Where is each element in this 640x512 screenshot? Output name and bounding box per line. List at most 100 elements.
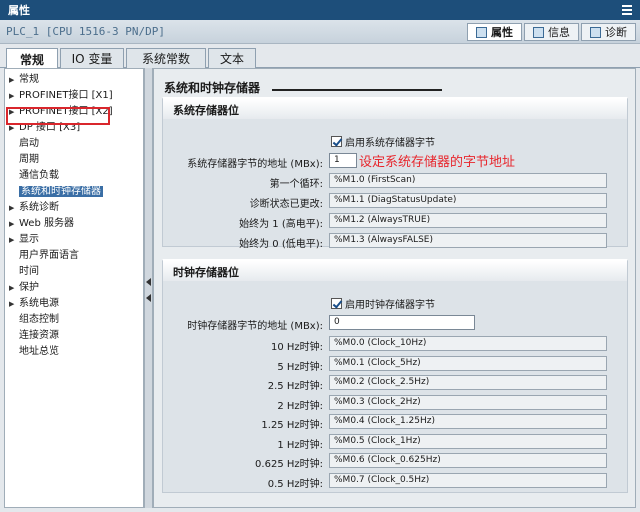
tab-diagnostics-label: 诊断 (605, 26, 627, 39)
collapse-left-icon-2[interactable] (146, 294, 151, 302)
nav-item[interactable]: ▶ 显示 (9, 233, 39, 247)
tab-diagnostics[interactable]: 诊断 (581, 23, 636, 41)
field-label: 1 Hz时钟: (277, 439, 323, 451)
enable-system-memory[interactable]: 启用系统存储器字节 (331, 134, 435, 149)
clock-memory-group: 时钟存储器位 启用时钟存储器字节 时钟存储器字节的地址 (MBx): 0 10 … (162, 259, 628, 493)
window-title: 属性 (8, 4, 30, 17)
expand-arrow-icon[interactable]: ▶ (9, 217, 19, 231)
readonly-address-field: %M0.1 (Clock_5Hz) (329, 355, 607, 371)
nav-item-label: 连接资源 (19, 330, 59, 341)
nav-item[interactable]: ▶ PROFINET接口 [X1] (9, 89, 113, 103)
device-name: PLC_1 [CPU 1516-3 PN/DP] (6, 25, 165, 38)
field-label: 0.625 Hz时钟: (255, 459, 323, 470)
properties-panel: 系统和时钟存储器 系统存储器位 启用系统存储器字节 系统存储器字节的地址 (MB… (153, 68, 636, 508)
nav-item[interactable]: ▶ 系统诊断 (9, 201, 59, 215)
expand-arrow-icon[interactable]: ▶ (9, 201, 19, 215)
field-label: 诊断状态已更改: (249, 199, 323, 210)
readonly-address-field: %M0.6 (Clock_0.625Hz) (329, 453, 607, 468)
device-header: PLC_1 [CPU 1516-3 PN/DP] 属性 信息 诊断 (0, 20, 640, 44)
tab-io-tags[interactable]: IO 变量 (60, 48, 124, 68)
readonly-address-field: %M0.2 (Clock_2.5Hz) (329, 375, 607, 390)
nav-item-label: 时间 (19, 266, 39, 277)
nav-item-label: 地址总览 (19, 346, 59, 357)
nav-item[interactable]: ▶ 保护 (9, 281, 39, 295)
readonly-address-field: %M0.5 (Clock_1Hz) (329, 433, 607, 449)
field-label: 2.5 Hz时钟: (267, 381, 323, 392)
nav-item-label: 系统诊断 (19, 202, 59, 213)
nav-item[interactable]: 通信负载 (19, 169, 59, 183)
field-label: 始终为 1 (高电平): (239, 219, 323, 230)
field-label: 2 Hz时钟: (277, 400, 323, 412)
nav-item-label: 常规 (19, 74, 39, 85)
info-icon (533, 26, 544, 38)
nav-item[interactable]: 系统和时钟存储器 (19, 185, 103, 199)
properties-icon (476, 26, 487, 38)
inspector-tabs: 属性 信息 诊断 (467, 23, 636, 41)
readonly-address-field: %M0.3 (Clock_2Hz) (329, 394, 607, 410)
field-label: 始终为 0 (低电平): (239, 239, 323, 250)
expand-arrow-icon[interactable]: ▶ (9, 233, 19, 247)
section-divider (272, 89, 442, 91)
system-memory-address-input[interactable]: 1 (329, 153, 357, 168)
tab-info[interactable]: 信息 (524, 23, 579, 41)
enable-clock-memory-label: 启用时钟存储器字节 (345, 300, 435, 311)
nav-item[interactable]: 启动 (19, 137, 39, 151)
readonly-address-field: %M0.0 (Clock_10Hz) (329, 336, 607, 351)
clock-memory-address-input[interactable]: 0 (329, 315, 475, 330)
nav-item[interactable]: ▶ Web 服务器 (9, 217, 74, 231)
tab-info-label: 信息 (548, 26, 570, 39)
system-memory-header: 系统存储器位 (163, 99, 627, 119)
readonly-address-field: %M1.0 (FirstScan) (329, 173, 607, 188)
nav-item[interactable]: 周期 (19, 153, 39, 167)
nav-item[interactable]: 时间 (19, 265, 39, 279)
property-tabs: 常规 IO 变量 系统常数 文本 (0, 44, 640, 69)
enable-clock-memory-checkbox[interactable] (331, 298, 342, 309)
nav-item[interactable]: 地址总览 (19, 345, 59, 359)
readonly-address-field: %M0.7 (Clock_0.5Hz) (329, 472, 607, 488)
collapse-left-icon[interactable] (146, 278, 151, 286)
clock-memory-header: 时钟存储器位 (163, 261, 627, 281)
nav-item-label: 系统和时钟存储器 (19, 186, 103, 197)
tab-system-constants[interactable]: 系统常数 (126, 48, 206, 68)
tab-texts[interactable]: 文本 (208, 48, 256, 68)
nav-item-label: 启动 (19, 138, 39, 149)
nav-item-label: Web 服务器 (19, 218, 74, 229)
tab-properties[interactable]: 属性 (467, 23, 522, 41)
readonly-address-field: %M1.2 (AlwaysTRUE) (329, 213, 607, 228)
nav-item[interactable]: 组态控制 (19, 313, 59, 327)
expand-arrow-icon[interactable]: ▶ (9, 281, 19, 295)
tab-properties-label: 属性 (491, 26, 513, 39)
nav-item[interactable]: 连接资源 (19, 329, 59, 343)
system-memory-address-label: 系统存储器字节的地址 (MBx): (187, 159, 323, 170)
field-label: 1.25 Hz时钟: (261, 420, 323, 431)
section-title: 系统和时钟存储器 (164, 81, 261, 95)
menu-icon[interactable] (622, 5, 632, 15)
annotation-text: 设定系统存储器的字节地址 (359, 155, 516, 170)
enable-system-memory-checkbox[interactable] (331, 136, 342, 147)
diagnostics-icon (590, 26, 601, 38)
window-titlebar: 属性 (0, 0, 640, 20)
nav-item[interactable]: 用户界面语言 (19, 249, 79, 263)
nav-item-label: 周期 (19, 154, 39, 165)
expand-arrow-icon[interactable]: ▶ (9, 297, 19, 311)
field-label: 0.5 Hz时钟: (267, 478, 323, 490)
nav-item-label: 通信负载 (19, 170, 59, 181)
enable-system-memory-label: 启用系统存储器字节 (345, 138, 435, 149)
expand-arrow-icon[interactable]: ▶ (9, 89, 19, 103)
readonly-address-field: %M1.3 (AlwaysFALSE) (329, 233, 607, 248)
nav-item-label: 保护 (19, 282, 39, 293)
nav-item-label: PROFINET接口 [X1] (19, 90, 113, 101)
readonly-address-field: %M0.4 (Clock_1.25Hz) (329, 414, 607, 429)
nav-item-label: 用户界面语言 (19, 250, 79, 261)
field-label: 10 Hz时钟: (270, 342, 323, 353)
expand-arrow-icon[interactable]: ▶ (9, 73, 19, 87)
tab-general[interactable]: 常规 (6, 48, 58, 69)
nav-item-label: 显示 (19, 234, 39, 245)
nav-item[interactable]: ▶ 系统电源 (9, 297, 59, 311)
enable-clock-memory[interactable]: 启用时钟存储器字节 (331, 296, 435, 311)
pane-splitter[interactable] (144, 68, 153, 508)
selected-item-highlight (6, 107, 110, 125)
nav-item-label: 系统电源 (19, 298, 59, 309)
system-memory-group: 系统存储器位 启用系统存储器字节 系统存储器字节的地址 (MBx): 1 设定系… (162, 97, 628, 250)
nav-item[interactable]: ▶ 常规 (9, 73, 39, 87)
